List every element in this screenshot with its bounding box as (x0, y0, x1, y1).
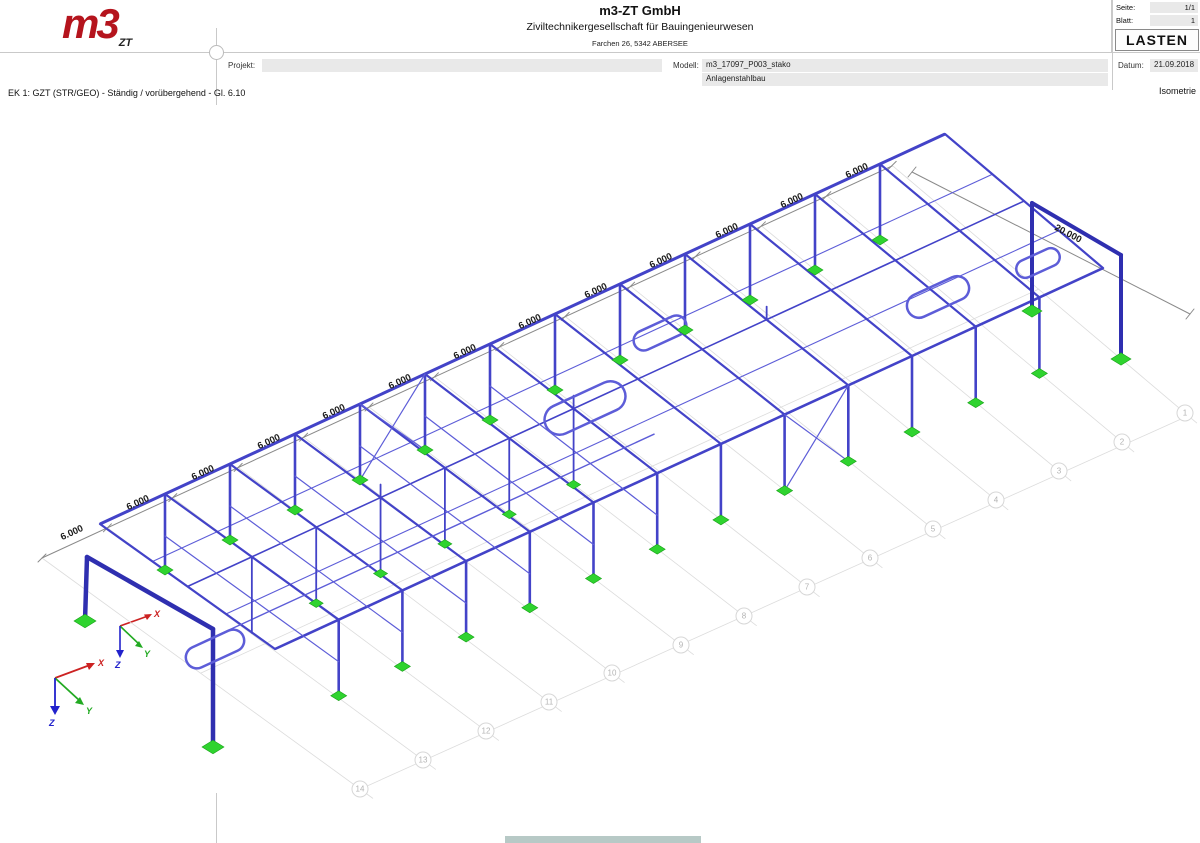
svg-text:X: X (153, 609, 161, 619)
print-page: m3ZT m3-ZT GmbH Ziviltechnikergesellscha… (0, 0, 1200, 843)
support-pad (586, 574, 602, 584)
support-pad (1031, 368, 1047, 378)
support-pad (742, 295, 758, 305)
svg-text:Z: Z (48, 718, 55, 728)
svg-text:X: X (97, 658, 105, 668)
support-pad (677, 325, 693, 335)
model-viewport[interactable]: X Y Z X Y Z (0, 0, 1200, 843)
svg-text:Y: Y (144, 649, 151, 659)
pipe-loop (1013, 245, 1062, 281)
support-pad (547, 385, 563, 395)
support-pad (968, 398, 984, 408)
svg-text:Y: Y (86, 706, 93, 716)
svg-text:Z: Z (114, 660, 121, 670)
user-axes-icon: X Y Z (48, 658, 105, 728)
support-pad (612, 355, 628, 365)
support-pad (202, 740, 224, 754)
support-pad (458, 632, 474, 642)
support-pad (331, 691, 347, 701)
support-pad (904, 427, 920, 437)
support-pad (713, 515, 729, 525)
support-pad (777, 486, 793, 496)
support-pad (482, 415, 498, 425)
support-pad (522, 603, 538, 613)
support-pad (394, 661, 410, 671)
support-pad (74, 614, 96, 628)
support-pad (1111, 353, 1131, 365)
support-pad (649, 544, 665, 554)
